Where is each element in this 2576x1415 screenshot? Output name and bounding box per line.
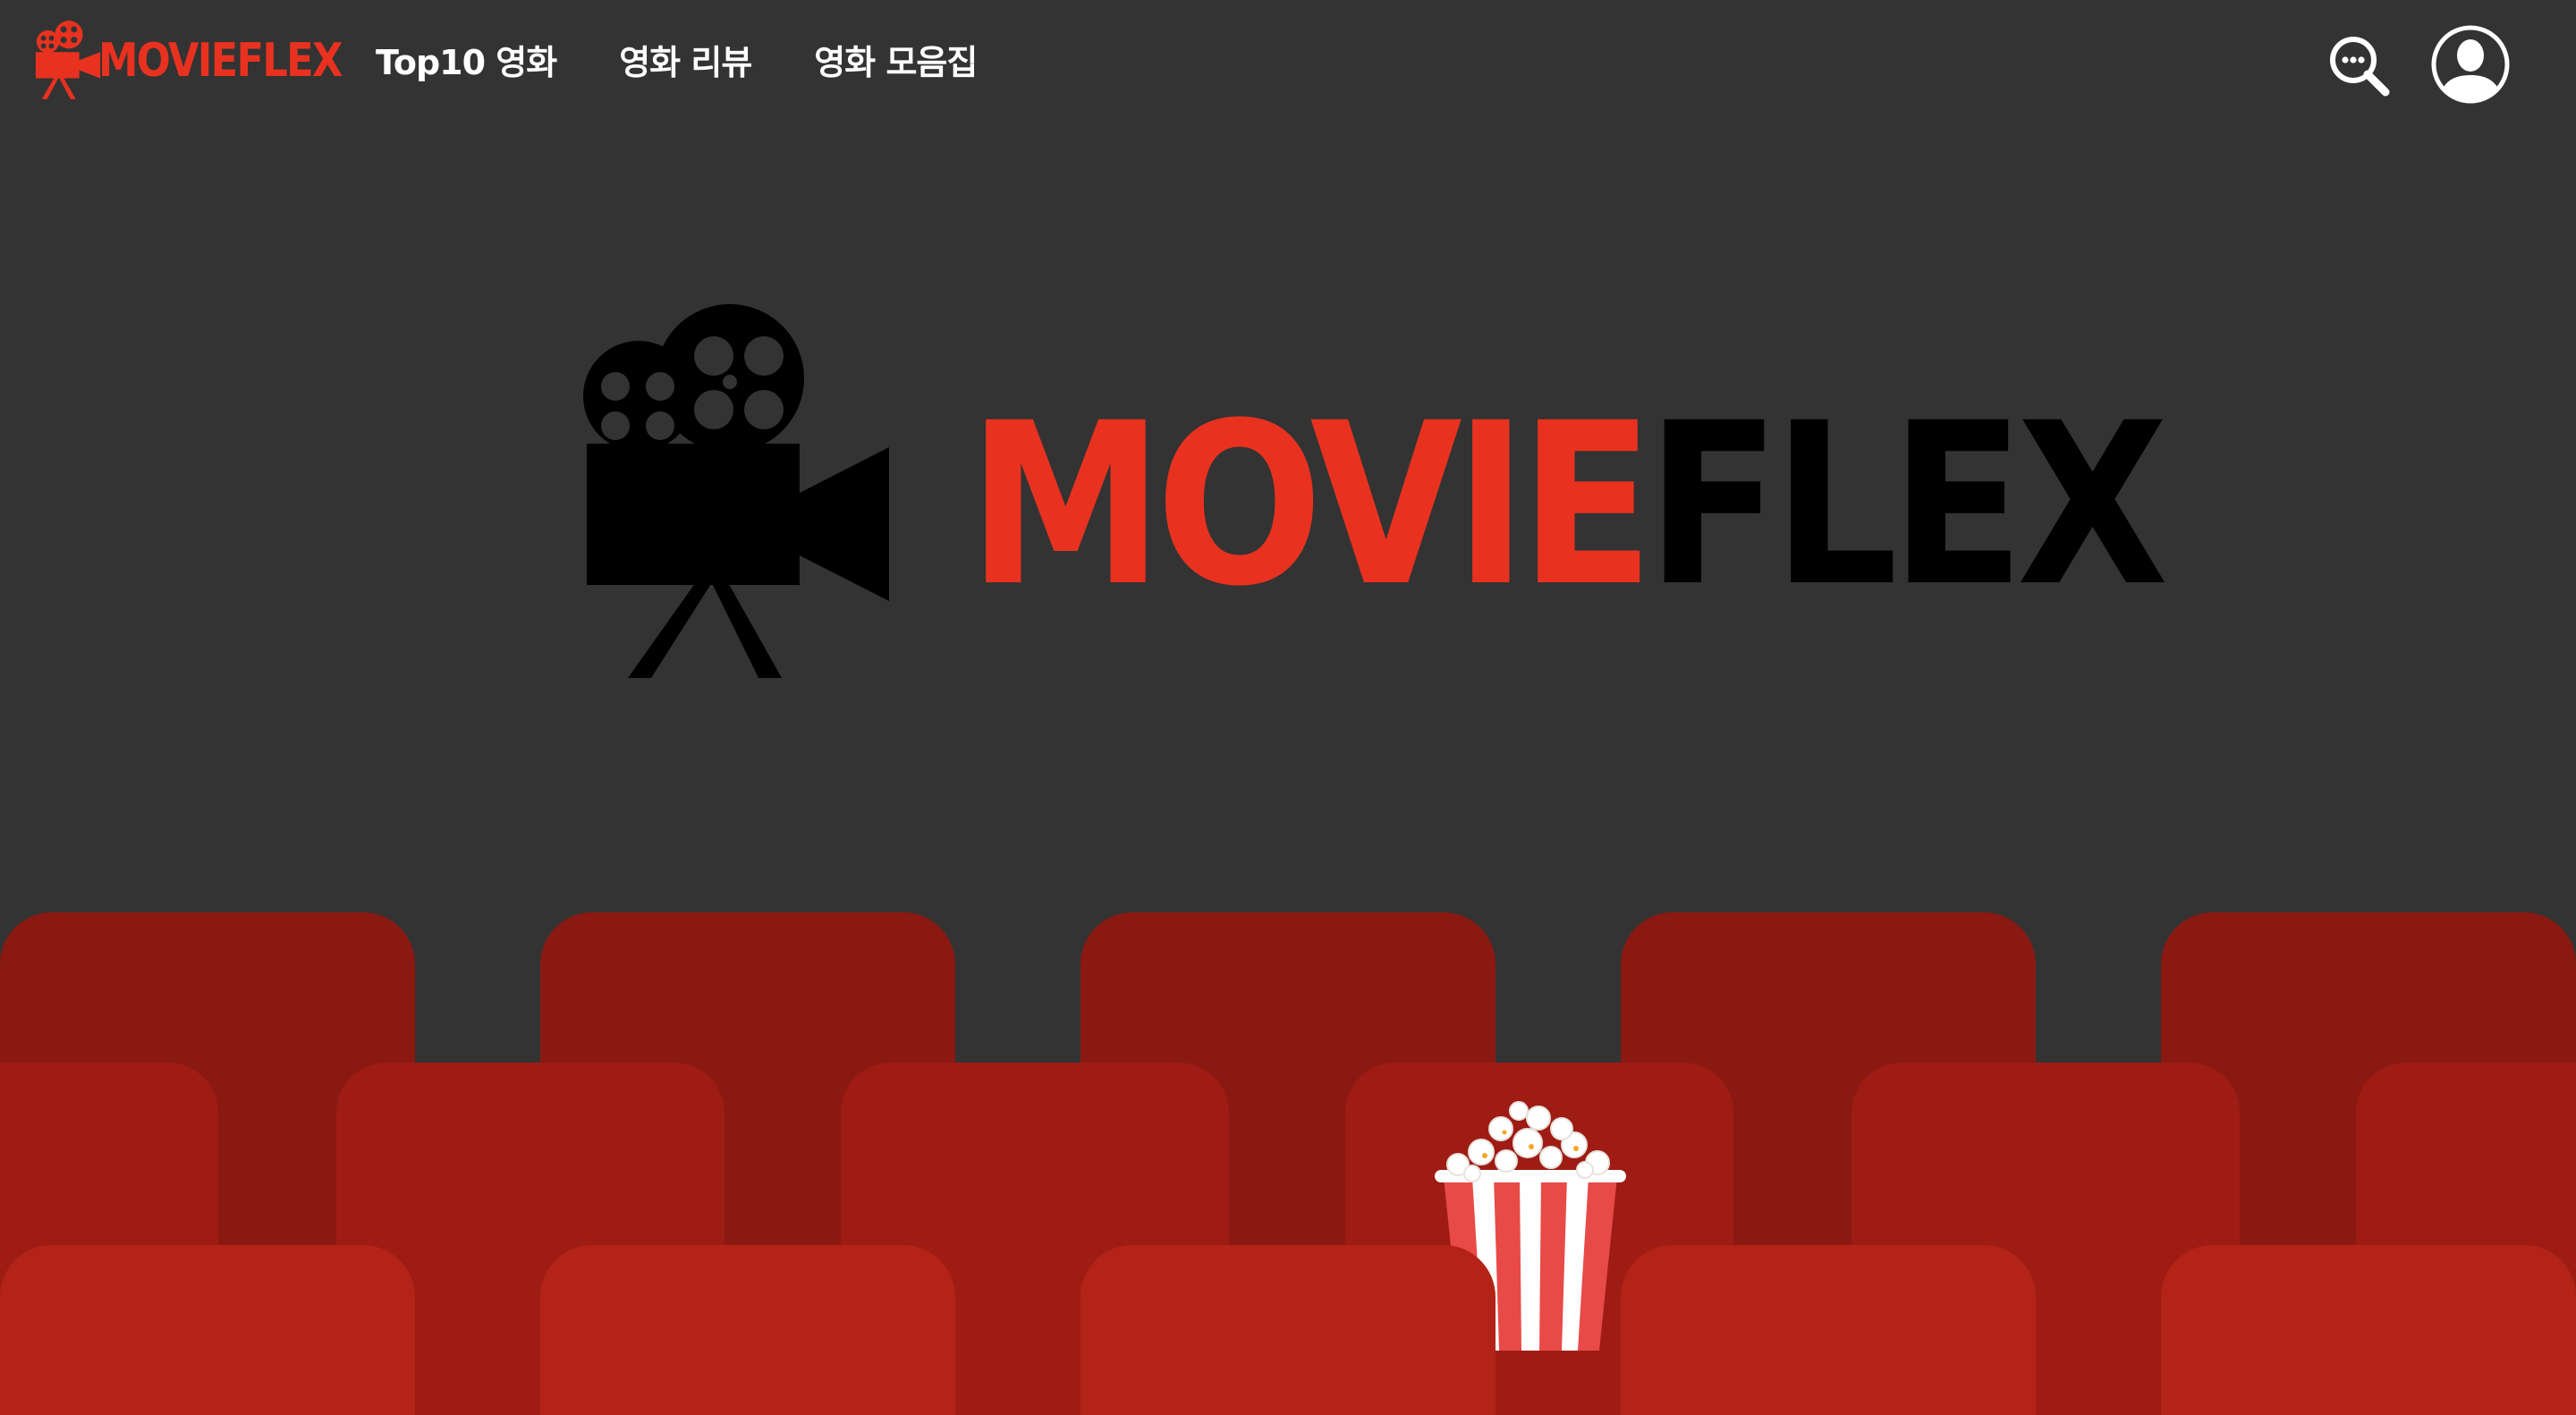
- top-navbar: MOVIEFLEX Top10 영화 영화 리뷰 영화 모음집: [0, 0, 2576, 125]
- nav-movie-reviews[interactable]: 영화 리뷰: [619, 36, 752, 89]
- main-nav: Top10 영화 영화 리뷰 영화 모음집: [376, 36, 978, 89]
- home-page: MOVIEFLEX Top10 영화 영화 리뷰 영화 모음집 MOVIE FL…: [0, 0, 2576, 1415]
- search-icon: [2330, 37, 2390, 97]
- search-button[interactable]: [2326, 32, 2392, 98]
- hero-film-camera-icon: [583, 304, 889, 678]
- brand-wordmark: MOVIEFLEX: [98, 38, 343, 84]
- brand-wordmark-movie: MOVIE: [98, 34, 238, 88]
- nav-movie-collections[interactable]: 영화 모음집: [814, 36, 978, 89]
- seat-front-1: [0, 1245, 415, 1415]
- film-camera-icon: [35, 21, 101, 99]
- user-avatar-icon: [2431, 25, 2510, 104]
- brand-wordmark-flex: FLEX: [236, 34, 343, 88]
- brand-logo-link[interactable]: MOVIEFLEX: [32, 16, 381, 106]
- nav-top10-movies[interactable]: Top10 영화: [376, 36, 557, 89]
- hero-wordmark-movie: MOVIE: [968, 375, 1654, 635]
- hero-wordmark: MOVIE FLEX: [968, 394, 2168, 617]
- hero-wordmark-flex: FLEX: [1646, 375, 2168, 635]
- profile-button[interactable]: [2431, 25, 2510, 104]
- seat-front-5: [2161, 1245, 2576, 1415]
- seat-front-2: [540, 1245, 955, 1415]
- seat-front-4: [1621, 1245, 2036, 1415]
- seat-front-3: [1080, 1245, 1496, 1415]
